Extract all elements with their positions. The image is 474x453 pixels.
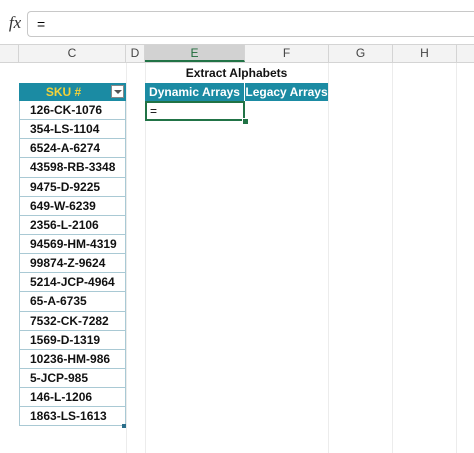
sku-cell[interactable]: 6524-A-6274 bbox=[19, 139, 126, 159]
formula-input[interactable]: = bbox=[27, 11, 474, 37]
gridline bbox=[328, 63, 329, 453]
row-header-corner bbox=[0, 45, 19, 62]
sku-cell[interactable]: 94569-HM-4319 bbox=[19, 234, 126, 255]
gridline bbox=[456, 63, 457, 453]
sku-cell[interactable]: 65-A-6735 bbox=[19, 292, 126, 312]
column-header-row: C D E F G H bbox=[0, 44, 474, 63]
sku-cell[interactable]: 354-LS-1104 bbox=[19, 120, 126, 140]
sku-cell[interactable]: 43598-RB-3348 bbox=[19, 158, 126, 178]
sku-cell[interactable]: 10236-HM-986 bbox=[19, 349, 126, 369]
filter-dropdown-button[interactable] bbox=[111, 85, 124, 98]
fill-handle[interactable] bbox=[242, 118, 249, 125]
sku-cell[interactable]: 5214-JCP-4964 bbox=[19, 273, 126, 293]
sku-cell[interactable]: 146-L-1206 bbox=[19, 388, 126, 408]
column-header-f[interactable]: F bbox=[245, 45, 329, 62]
sku-cell[interactable]: 99874-Z-9624 bbox=[19, 254, 126, 274]
column-header-e[interactable]: E bbox=[145, 45, 245, 62]
column-header-g[interactable]: G bbox=[329, 45, 393, 62]
extract-alphabets-title[interactable]: Extract Alphabets bbox=[145, 66, 328, 82]
legacy-arrays-header[interactable]: Legacy Arrays bbox=[245, 83, 328, 101]
gridline bbox=[392, 63, 393, 453]
sku-cell[interactable]: 7532-CK-7282 bbox=[19, 311, 126, 331]
sku-cell[interactable]: 1863-LS-1613 bbox=[19, 407, 126, 427]
table-resize-handle[interactable] bbox=[122, 424, 126, 428]
active-cell-e3[interactable]: = bbox=[145, 101, 245, 121]
sku-list: 126-CK-1076 354-LS-1104 6524-A-6274 4359… bbox=[19, 101, 126, 427]
sku-cell[interactable]: 649-W-6239 bbox=[19, 196, 126, 216]
fx-icon[interactable]: fx bbox=[4, 13, 26, 33]
dynamic-arrays-header[interactable]: Dynamic Arrays bbox=[145, 83, 244, 101]
sku-table-header[interactable]: SKU # bbox=[19, 83, 126, 101]
sku-cell[interactable]: 1569-D-1319 bbox=[19, 330, 126, 350]
column-header-d[interactable]: D bbox=[126, 45, 145, 62]
gridline bbox=[145, 63, 146, 453]
sku-cell[interactable]: 9475-D-9225 bbox=[19, 177, 126, 197]
sku-header-label: SKU # bbox=[45, 85, 82, 99]
sku-cell[interactable]: 5-JCP-985 bbox=[19, 368, 126, 389]
sku-cell[interactable]: 126-CK-1076 bbox=[19, 101, 126, 121]
sku-cell[interactable]: 2356-L-2106 bbox=[19, 215, 126, 235]
column-header-h[interactable]: H bbox=[393, 45, 457, 62]
gridline bbox=[126, 63, 127, 453]
column-header-c[interactable]: C bbox=[19, 45, 126, 62]
